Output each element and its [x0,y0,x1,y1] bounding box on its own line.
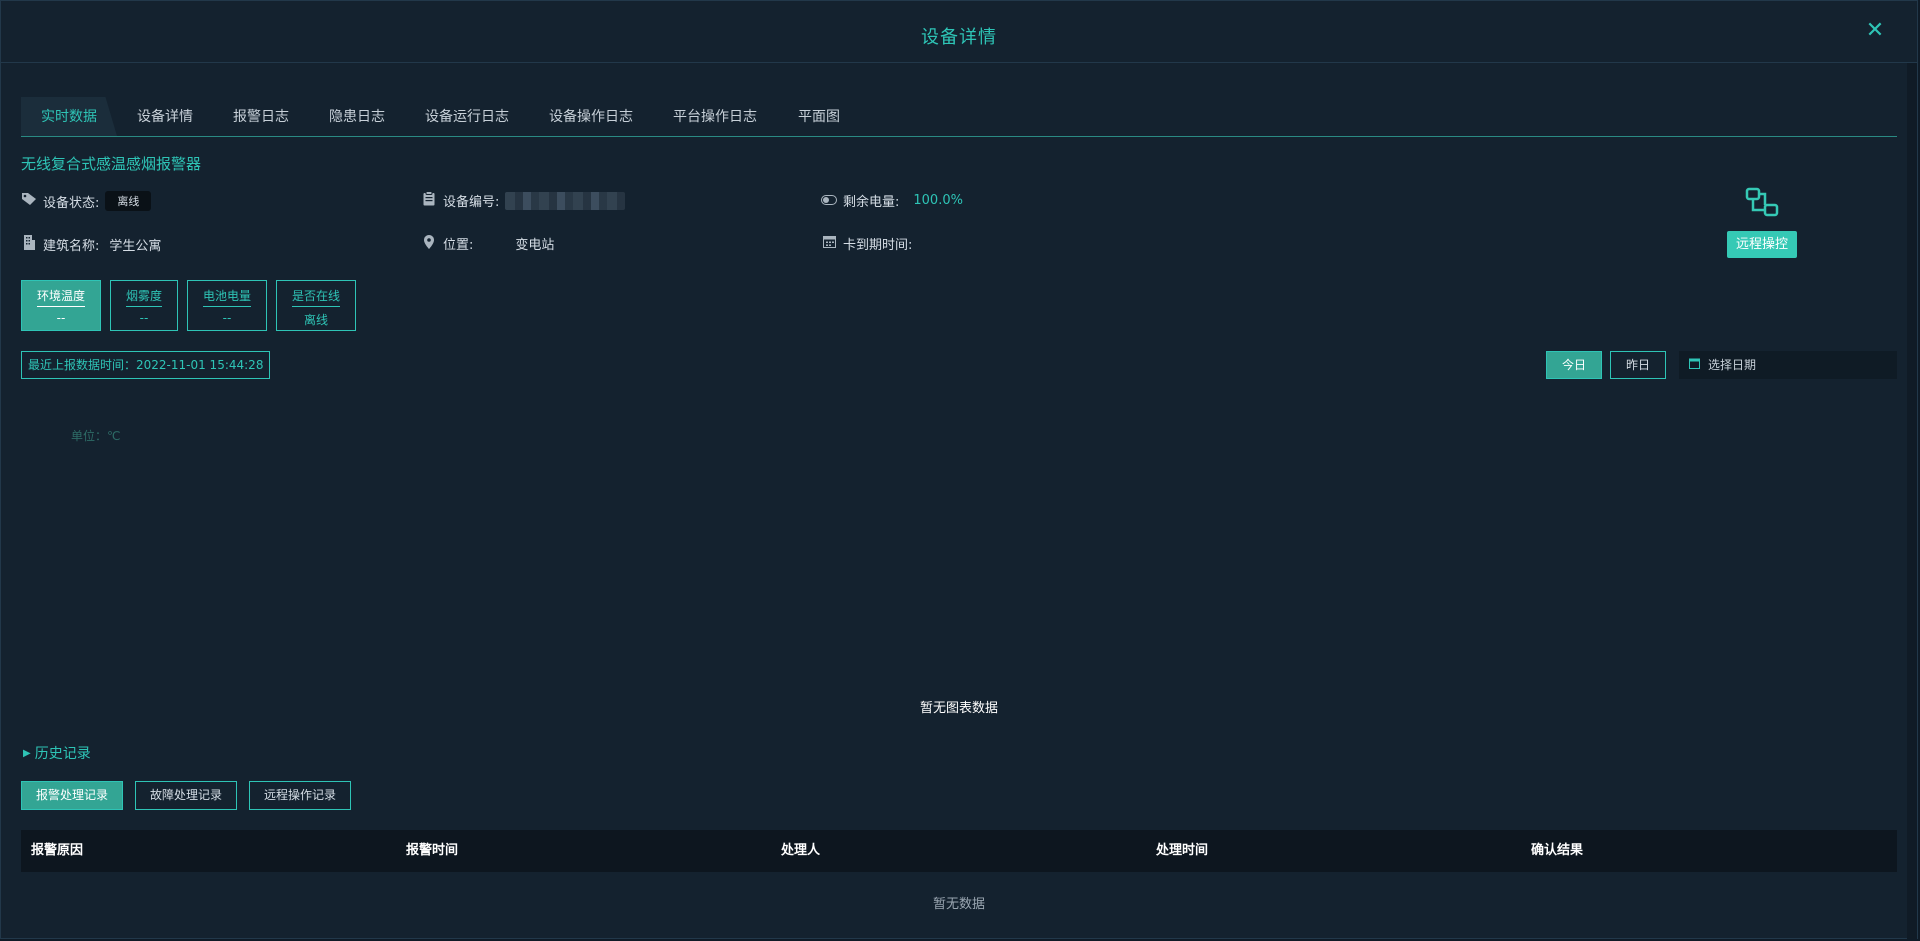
tab-realtime-data[interactable]: 实时数据 [21,97,117,136]
device-serial-redacted [505,191,626,210]
battery-value: 100.0% [913,193,963,208]
scrollbar[interactable] [1907,63,1917,939]
calendar-icon [1689,351,1700,379]
yesterday-button[interactable]: 昨日 [1610,351,1666,379]
column-header-alarm-time[interactable]: 报警时间 [406,830,458,872]
map-pin-icon [421,234,437,253]
building-icon [21,234,37,254]
device-serial-label: 设备编号: [443,195,500,210]
battery-label: 剩余电量: [843,195,900,210]
column-header-handler[interactable]: 处理人 [781,830,820,872]
date-picker-input[interactable]: 选择日期 [1679,351,1897,379]
calendar-icon [821,235,837,252]
dialog-header: 设备详情 ✕ [1,1,1917,63]
metric-label: 是否在线 [291,287,340,307]
tab-device-operation-log[interactable]: 设备操作日志 [529,97,653,136]
device-status-label: 设备状态: [43,195,100,211]
metric-value: -- [222,311,232,325]
card-expiry-label: 卡到期时间: [843,238,913,253]
date-picker-placeholder: 选择日期 [1708,358,1757,372]
metric-label: 电池电量 [202,287,251,307]
card-expiry-field: 卡到期时间: [821,234,918,253]
close-icon[interactable]: ✕ [1863,19,1887,43]
table-empty-message: 暂无数据 [932,897,985,912]
tab-bar: 实时数据 设备详情 报警日志 隐患日志 设备运行日志 设备操作日志 平台操作日志… [21,97,1897,137]
remote-control-button[interactable]: 远程操控 [1727,231,1797,258]
fault-handling-records-button[interactable]: 故障处理记录 [135,781,238,810]
caret-right-icon: ▶ [23,747,31,759]
tab-hazard-log[interactable]: 隐患日志 [309,97,405,136]
last-report-time: 最近上报数据时间：2022-11-01 15:44:28 [21,351,271,379]
tab-platform-operation-log[interactable]: 平台操作日志 [653,97,777,136]
clipboard-icon [421,191,437,210]
location-value: 变电站 [515,238,555,253]
building-label: 建筑名称: [43,238,100,254]
today-button[interactable]: 今日 [1546,351,1602,379]
metric-ambient-temperature[interactable]: 环境温度 -- [21,280,101,331]
location-field: 位置: 变电站 [421,234,554,253]
device-name: 无线复合式感温感烟报警器 [21,155,202,173]
metric-value: -- [139,311,149,325]
toggle-icon [821,193,837,209]
metric-label: 烟雾度 [125,287,162,307]
dialog-title: 设备详情 [921,27,997,48]
alarm-handling-records-button[interactable]: 报警处理记录 [21,781,124,810]
column-header-confirm-result[interactable]: 确认结果 [1531,830,1583,872]
tab-floor-plan[interactable]: 平面图 [777,97,861,136]
chart-unit-label: 单位：℃ [71,429,121,443]
metric-label: 环境温度 [36,287,85,307]
metric-value: 离线 [303,313,328,327]
building-field: 建筑名称: 学生公寓 [21,234,161,254]
metric-battery-level[interactable]: 电池电量 -- [187,280,267,331]
tag-icon [21,192,37,210]
metric-value: -- [56,311,66,325]
location-label: 位置: [443,238,474,253]
column-header-handling-time[interactable]: 处理时间 [1156,830,1208,872]
remote-operation-records-button[interactable]: 远程操作记录 [249,781,352,810]
history-toggle-label: 历史记录 [34,746,91,762]
device-serial-field: 设备编号: [421,191,626,210]
chart-empty-message: 暂无图表数据 [919,701,998,716]
metric-smoke-level[interactable]: 烟雾度 -- [110,280,178,331]
tab-alarm-log[interactable]: 报警日志 [213,97,309,136]
metric-online-status[interactable]: 是否在线 离线 [276,280,356,331]
tab-device-run-log[interactable]: 设备运行日志 [405,97,529,136]
device-detail-dialog: 设备详情 ✕ 实时数据 设备详情 报警日志 隐患日志 设备运行日志 设备操作日志… [0,0,1918,939]
column-header-alarm-reason[interactable]: 报警原因 [31,830,83,872]
remote-control-icon[interactable] [1745,187,1781,219]
history-toggle[interactable]: ▶ 历史记录 [23,743,91,763]
building-value: 学生公寓 [109,238,162,254]
status-badge: 离线 [105,191,152,211]
tab-device-details[interactable]: 设备详情 [117,97,213,136]
records-table-header: 报警原因 报警时间 处理人 处理时间 确认结果 [21,830,1897,872]
battery-field: 剩余电量: 100.0% [821,191,963,210]
device-status-field: 设备状态: 离线 [21,191,152,211]
